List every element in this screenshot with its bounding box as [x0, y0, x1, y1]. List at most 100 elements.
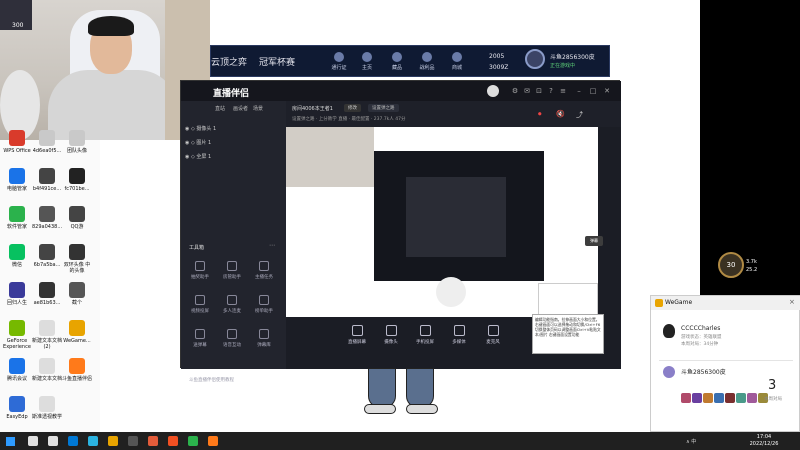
ranking-icon — [259, 295, 269, 305]
taskbar-app-icon[interactable] — [88, 436, 98, 446]
taskbar-app-icon[interactable] — [28, 436, 38, 446]
windows-start-icon[interactable] — [6, 437, 15, 446]
desktop-icon[interactable]: 4d6ea0f5... — [32, 130, 62, 154]
system-tray[interactable]: ∧ 中 — [686, 438, 696, 445]
taskbar-app-icon[interactable] — [128, 436, 138, 446]
record-icon[interactable]: ⏺ — [538, 110, 542, 119]
desktop-icon-label: 双环头像 中的头像 — [63, 262, 91, 274]
preview-nested-screen-2 — [406, 177, 506, 257]
desktop-icon[interactable]: fc701be... — [62, 168, 92, 192]
taskbar-app-icon[interactable] — [108, 436, 118, 446]
qq-icon — [663, 324, 675, 338]
maximize-icon[interactable]: □ — [589, 87, 597, 95]
nav-home[interactable]: 主页 — [354, 52, 380, 71]
share-icon[interactable]: ⤴ — [576, 110, 583, 120]
eye-icon[interactable]: ◉ — [185, 154, 189, 160]
clock[interactable]: 17:04 2022/12/26 — [744, 434, 784, 448]
close-icon[interactable]: ✕ — [603, 87, 611, 95]
taskbar-app-icon[interactable] — [148, 436, 158, 446]
lock-icon[interactable]: ◇ — [191, 154, 195, 160]
menu-item[interactable]: 场景 — [253, 105, 263, 112]
admin-icon — [227, 261, 237, 271]
desktop-icon[interactable]: 电脑管家 — [2, 168, 32, 192]
scene-row-camera[interactable]: ◉ ◇ 摄像头 1 — [185, 125, 216, 132]
lock-icon[interactable]: ◇ — [191, 140, 195, 146]
desktop-icon[interactable]: EasyEdp — [2, 396, 32, 420]
desktop-icon[interactable]: 新建文本文档 (2) — [32, 320, 62, 350]
menu-item[interactable]: 画设者 — [233, 105, 248, 112]
desktop-icon[interactable]: 软件管家 — [2, 206, 32, 230]
taskbar-app-icon[interactable] — [68, 436, 78, 446]
tutorial-link[interactable]: 斗鱼直播伴侣使用教程 — [189, 377, 234, 383]
message-icon[interactable]: ✉ — [523, 87, 531, 95]
app-icon — [39, 396, 55, 412]
desktop-icon[interactable]: 斗鱼直播伴侣 — [62, 358, 92, 382]
desktop-icon[interactable]: 6b7a5ba... — [32, 244, 62, 268]
mute-icon[interactable]: 🔇 — [556, 110, 565, 118]
desktop-icon[interactable]: ae81b63... — [32, 282, 62, 306]
desktop-icon[interactable]: 截个 — [62, 282, 92, 306]
source-camera[interactable]: 摄像头 — [374, 325, 408, 345]
edit-button[interactable]: 修改 — [344, 104, 361, 112]
desktop-icon[interactable]: QQ游 — [62, 206, 92, 230]
desktop-icon[interactable]: GeForce Experience — [2, 320, 32, 350]
scene-row-image[interactable]: ◉ ◇ 图片 1 — [185, 139, 211, 146]
desktop-icon[interactable]: WeGame... — [62, 320, 92, 344]
lock-icon[interactable]: ◇ — [191, 126, 195, 132]
desktop-icon-label: 团队头像 — [66, 148, 87, 154]
tab-tft[interactable]: 云顶之弈 — [211, 55, 247, 68]
nav-loot[interactable]: 战利品 — [414, 52, 440, 71]
desktop-icon[interactable]: 回归人生 — [2, 282, 32, 306]
nav-store[interactable]: 商城 — [444, 52, 470, 71]
scene-row-fullscreen[interactable]: ◉ ◇ 全屏 1 — [185, 153, 211, 160]
close-icon[interactable]: × — [789, 298, 795, 306]
desktop-icon[interactable]: 微信 — [2, 244, 32, 268]
taskbar-app-icon[interactable] — [208, 436, 218, 446]
side-tag[interactable]: 弹幕 — [585, 236, 603, 246]
source-phone[interactable]: 手机投屏 — [408, 325, 442, 345]
desktop-icon[interactable]: 双环头像 中的头像 — [62, 244, 92, 274]
profile-avatar[interactable] — [525, 49, 545, 69]
tool-tasks[interactable]: 主播任务 — [249, 261, 279, 280]
app-icon — [9, 282, 25, 298]
source-mic[interactable]: 麦克风 — [476, 325, 510, 345]
eye-icon[interactable]: ◉ — [185, 140, 189, 146]
nav-pass[interactable]: 通行证 — [326, 52, 352, 71]
user-avatar[interactable] — [487, 85, 499, 97]
help-icon[interactable]: ? — [547, 87, 555, 95]
user-avatar[interactable] — [663, 366, 675, 378]
tool-lottery[interactable]: 抽奖助手 — [185, 261, 215, 280]
minimize-icon[interactable]: – — [575, 87, 583, 95]
taskbar-app-icon[interactable] — [188, 436, 198, 446]
tool-ranking[interactable]: 榜单助手 — [249, 295, 279, 314]
more-icon[interactable]: ⋯ — [269, 242, 275, 249]
taskbar-app-icon[interactable] — [48, 436, 58, 446]
source-media[interactable]: 多媒体 — [442, 325, 476, 345]
taskbar-app-icon[interactable] — [168, 436, 178, 446]
desktop-icon[interactable]: WPS Office — [2, 130, 32, 154]
menu-item[interactable]: 直站 — [215, 105, 225, 112]
desktop-icon[interactable]: b4f491ce... — [32, 168, 62, 192]
settings-icon[interactable]: ⚙ — [511, 87, 519, 95]
live-preview[interactable] — [286, 127, 598, 317]
category-chip[interactable]: 设置弹之路 — [368, 104, 399, 112]
tool-multi-mic[interactable]: 多人连麦 — [217, 295, 247, 314]
tab-champion-cup[interactable]: 冠军杯赛 — [259, 55, 295, 68]
source-screen[interactable]: 直播屏幕 — [340, 325, 374, 345]
nav-collection[interactable]: 藏品 — [384, 52, 410, 71]
tool-voice[interactable]: 语音互动 — [217, 329, 247, 348]
desktop-icon[interactable]: 新建文本文档 — [32, 358, 62, 382]
desktop-icon[interactable]: 团队头像 — [62, 130, 92, 154]
camera-icon — [385, 325, 397, 336]
desktop-icon[interactable]: 腾讯会议 — [2, 358, 32, 382]
desktop-icon[interactable]: 829a0438... — [32, 206, 62, 230]
eye-icon[interactable]: ◉ — [185, 126, 189, 132]
gift-icon[interactable]: ⊡ — [535, 87, 543, 95]
tool-danmaku[interactable]: 送弹幕 — [185, 329, 215, 348]
friend-name[interactable]: CCCCCharles — [681, 325, 720, 332]
tool-video-cast[interactable]: 视频投屏 — [185, 295, 215, 314]
desktop-icon[interactable]: 斯准透视教学 — [32, 396, 62, 420]
tool-danmaku-lib[interactable]: 弹幕库 — [249, 329, 279, 348]
tool-room-admin[interactable]: 房管助手 — [217, 261, 247, 280]
menu-icon[interactable]: ≡ — [559, 87, 567, 95]
